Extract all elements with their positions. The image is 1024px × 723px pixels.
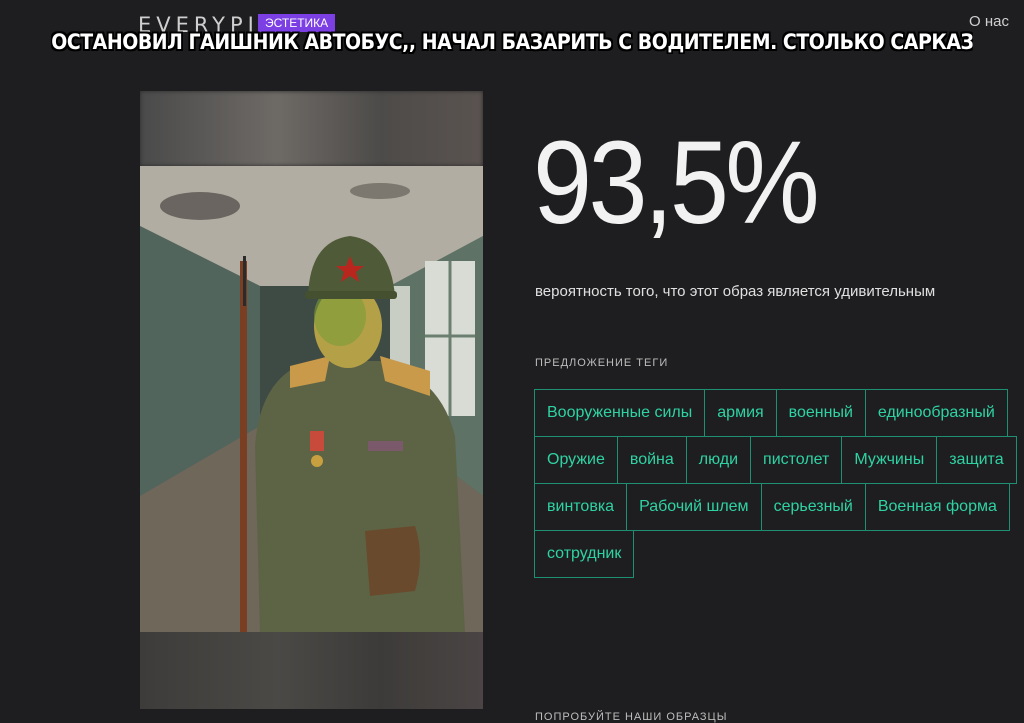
tag-row: сотрудник: [534, 530, 994, 578]
tag-button[interactable]: пистолет: [750, 436, 843, 484]
tag-button[interactable]: Военная форма: [864, 483, 1010, 531]
tag-button[interactable]: Рабочий шлем: [626, 483, 762, 531]
tag-button[interactable]: единообразный: [864, 389, 1008, 437]
probability-caption: вероятность того, что этот образ являетс…: [535, 283, 936, 300]
tag-button[interactable]: Мужчины: [841, 436, 938, 484]
tag-button[interactable]: армия: [704, 389, 777, 437]
meme-caption: ОСТАНОВИЛ ГАИШНИК АВТОБУС,, НАЧАЛ БАЗАРИ…: [51, 30, 973, 54]
tag-button[interactable]: Оружие: [534, 436, 618, 484]
photo: [140, 91, 483, 709]
tag-row: Вооруженные силы армия военный единообра…: [534, 389, 1008, 437]
tags-list: Вооруженные силы армия военный единообра…: [534, 389, 1017, 578]
tag-button[interactable]: Вооруженные силы: [534, 389, 706, 437]
tag-row: Оружие война люди пистолет Мужчины защит…: [534, 436, 1017, 484]
tag-button[interactable]: военный: [775, 389, 866, 437]
soldier-photo: [140, 166, 483, 632]
about-link[interactable]: О нас: [969, 13, 1009, 30]
tag-button[interactable]: серьезный: [760, 483, 866, 531]
tag-button[interactable]: сотрудник: [534, 530, 635, 578]
tag-button[interactable]: винтовка: [534, 483, 628, 531]
try-samples-heading: ПОПРОБУЙТЕ НАШИ ОБРАЗЦЫ: [535, 711, 728, 723]
tags-heading: ПРЕДЛОЖЕНИЕ ТЕГИ: [535, 357, 669, 369]
tag-button[interactable]: война: [616, 436, 687, 484]
tag-button[interactable]: люди: [685, 436, 752, 484]
tag-row: винтовка Рабочий шлем серьезный Военная …: [534, 483, 1010, 531]
photo-blurred-top: [140, 91, 483, 166]
tag-button[interactable]: защита: [936, 436, 1017, 484]
photo-blurred-bottom: [140, 632, 483, 709]
probability-value: 93,5%: [533, 117, 820, 249]
photo-main: [140, 166, 483, 632]
